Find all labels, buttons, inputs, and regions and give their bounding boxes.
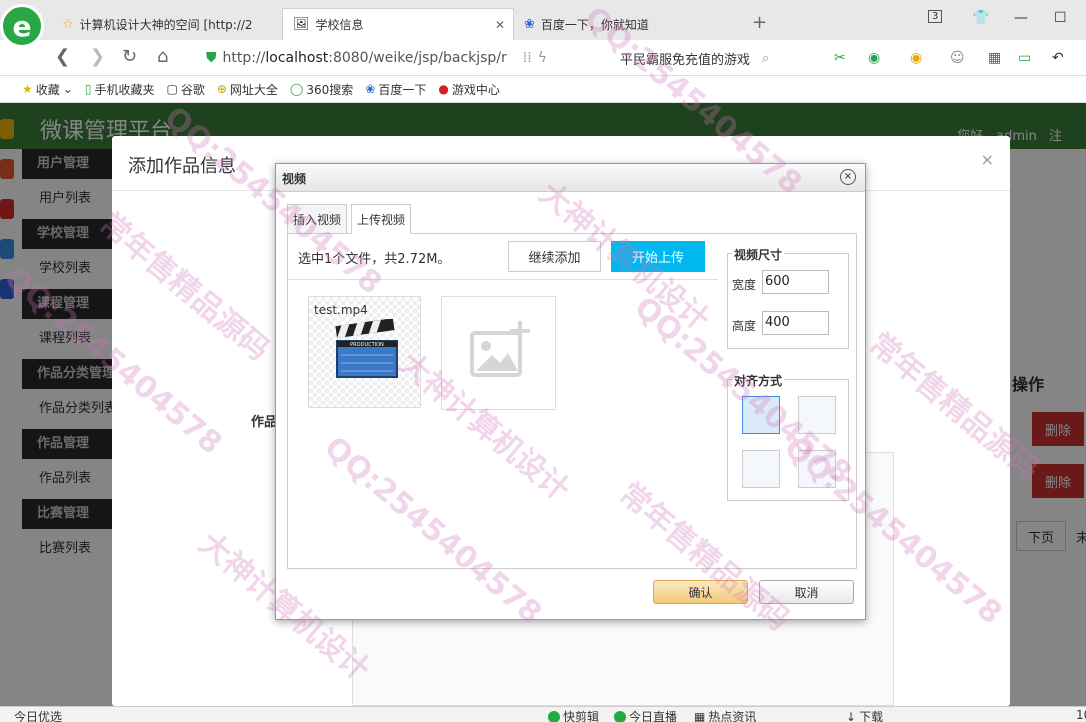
apps-grid-icon[interactable]: ▦	[988, 50, 1001, 66]
add-file-placeholder[interactable]	[441, 296, 556, 410]
upload-status: 选中1个文件，共2.72M。	[298, 252, 451, 267]
confirm-button[interactable]: 确认	[653, 580, 748, 604]
download-icon: ↓	[846, 709, 857, 722]
grid-icon: ▦	[694, 709, 706, 722]
continue-add-button[interactable]: 继续添加	[508, 241, 601, 272]
star-icon: ☆	[62, 16, 74, 32]
cancel-button[interactable]: 取消	[759, 580, 854, 604]
star-icon: ★	[22, 82, 33, 96]
close-icon[interactable]: ×	[981, 150, 994, 169]
align-none-icon[interactable]	[742, 396, 780, 434]
battery-icon[interactable]: ▭	[1018, 50, 1031, 66]
bookmark-mobile[interactable]: ▯ 手机收藏夹	[85, 81, 155, 98]
home-icon[interactable]: ⌂	[157, 46, 168, 67]
bookmarks-bar: ★ 收藏 ⌄ ▯ 手机收藏夹 ▢ 谷歌 ⊕ 网址大全 ◯ 360搜索 ❀ 百度一下 ● 游戏中心	[0, 76, 1086, 103]
baidu-paw-icon: ❀	[524, 16, 535, 32]
file-thumbnail[interactable]: test.mp4 PRODUCTION	[308, 296, 421, 408]
alignment-legend: 对齐方式	[732, 372, 785, 389]
baidu-paw-icon: ❀	[365, 82, 376, 96]
height-label: 高度	[732, 319, 757, 333]
tab-label: 百度一下，你就知道	[540, 17, 649, 32]
search-text: 平民霸服免充值的游戏	[620, 52, 751, 68]
divider	[288, 279, 718, 280]
zoom-level[interactable]: 10	[1076, 708, 1086, 722]
window-count-badge[interactable]: 3	[928, 10, 943, 23]
align-left-icon[interactable]	[798, 396, 836, 434]
url-scheme: http://	[222, 50, 266, 66]
maximize-icon[interactable]: ☐	[1054, 10, 1067, 26]
browser-logo-icon[interactable]: e	[0, 4, 44, 48]
dialog-titlebar[interactable]: 视频 ×	[276, 164, 865, 192]
align-right-icon[interactable]	[742, 450, 780, 488]
page-icon: ▢	[166, 82, 178, 96]
video-dialog: 视频 × 插入视频 上传视频 选中1个文件，共2.72M。 继续添加 开始上传 …	[275, 163, 866, 620]
undo-icon[interactable]: ↶	[1052, 50, 1064, 66]
game-icon: ●	[438, 82, 449, 96]
refresh-icon[interactable]: ↻	[122, 46, 137, 67]
search-icon[interactable]: ⌕	[762, 51, 769, 66]
bookmark-sites[interactable]: ⊕ 网址大全	[217, 81, 278, 98]
minimize-icon[interactable]: —	[1014, 10, 1028, 26]
url-host: localhost	[265, 50, 329, 66]
browser-status-bar: 今日优选 快剪辑 今日直播 ▦热点资讯 ↓下载 10	[0, 706, 1086, 722]
status-item[interactable]: ▦ 热点资讯	[694, 708, 756, 722]
lightning-icon[interactable]: ϟ	[538, 50, 547, 66]
status-item[interactable]: 快剪辑	[548, 708, 599, 722]
tab-space[interactable]: ☆ 计算机设计大神的空间 [http://2	[52, 8, 282, 40]
alignment-group: 对齐方式	[727, 372, 849, 501]
tab-label: 学校信息	[315, 18, 364, 32]
phone-icon: ▯	[84, 82, 92, 96]
bookmark-360[interactable]: ◯ 360搜索	[290, 81, 353, 98]
start-upload-button[interactable]: 开始上传	[611, 241, 705, 272]
chevron-down-icon: ⌄	[62, 82, 73, 96]
status-item[interactable]: ↓ 下载	[846, 708, 883, 722]
search-input[interactable]: 平民霸服免充值的游戏 ⌕	[612, 45, 812, 71]
width-label: 宽度	[732, 278, 757, 292]
video-size-group: 视频尺寸 宽度 600 高度 400	[727, 246, 849, 349]
coin-icon[interactable]: ◉	[910, 50, 922, 66]
status-item[interactable]: 今日直播	[614, 708, 677, 722]
clapperboard-icon: PRODUCTION	[335, 319, 398, 378]
ring-icon: ◯	[289, 82, 304, 96]
bookmark-games[interactable]: ● 游戏中心	[438, 81, 500, 98]
translate-icon[interactable]: ◉	[868, 50, 880, 66]
clapper-text: PRODUCTION	[350, 342, 384, 348]
url-path: :8080/weike/jsp/backjsp/r	[328, 50, 507, 66]
browser-tab-bar: e ☆ 计算机设计大神的空间 [http://2 🖼 学校信息 ✕ ❀ 百度一下…	[0, 0, 1086, 48]
url-input[interactable]: ⛊ http://localhost:8080/weike/jsp/backjs…	[206, 45, 606, 71]
globe-icon: ⊕	[216, 82, 227, 96]
height-input[interactable]: 400	[762, 311, 829, 335]
new-tab-button[interactable]: +	[752, 12, 767, 33]
emoji-icon[interactable]: ☺	[950, 50, 965, 66]
play-icon	[548, 710, 560, 722]
skin-icon[interactable]: 👕	[972, 10, 989, 26]
shield-icon: ⛊	[206, 50, 217, 66]
add-image-icon	[470, 321, 530, 377]
video-size-legend: 视频尺寸	[732, 246, 785, 263]
file-name: test.mp4	[314, 303, 368, 317]
width-input[interactable]: 600	[762, 270, 829, 294]
apps-icon[interactable]: ⁞⁞	[523, 50, 532, 66]
page-icon: 🖼	[293, 17, 310, 32]
tab-label: 计算机设计大神的空间 [http://2	[79, 17, 253, 32]
play-icon	[614, 710, 626, 722]
align-center-icon[interactable]	[798, 450, 836, 488]
close-icon[interactable]: ×	[840, 169, 856, 185]
bookmark-favorites[interactable]: ★ 收藏 ⌄	[22, 81, 73, 98]
modal-title: 添加作品信息	[128, 156, 236, 177]
forward-icon[interactable]: ❯	[90, 46, 105, 67]
close-tab-icon[interactable]: ✕	[495, 18, 505, 32]
bookmark-google[interactable]: ▢ 谷歌	[166, 81, 204, 98]
scissors-icon[interactable]: ✂	[834, 50, 846, 66]
dialog-title: 视频	[282, 172, 307, 186]
tab-school-info[interactable]: 🖼 学校信息 ✕	[282, 8, 514, 40]
bookmark-baidu[interactable]: ❀ 百度一下	[365, 81, 426, 98]
tab-upload-video[interactable]: 上传视频	[351, 204, 412, 234]
upload-panel: 选中1个文件，共2.72M。 继续添加 开始上传 test.mp4 PRODUC…	[287, 233, 857, 569]
tab-insert-video[interactable]: 插入视频	[287, 204, 348, 234]
back-icon[interactable]: ❮	[55, 46, 70, 67]
address-bar: ❮ ❯ ↻ ⌂ ⛊ http://localhost:8080/weike/js…	[0, 40, 1086, 76]
tab-baidu[interactable]: ❀ 百度一下，你就知道	[514, 8, 744, 40]
daily-picks[interactable]: 今日优选	[14, 708, 62, 722]
